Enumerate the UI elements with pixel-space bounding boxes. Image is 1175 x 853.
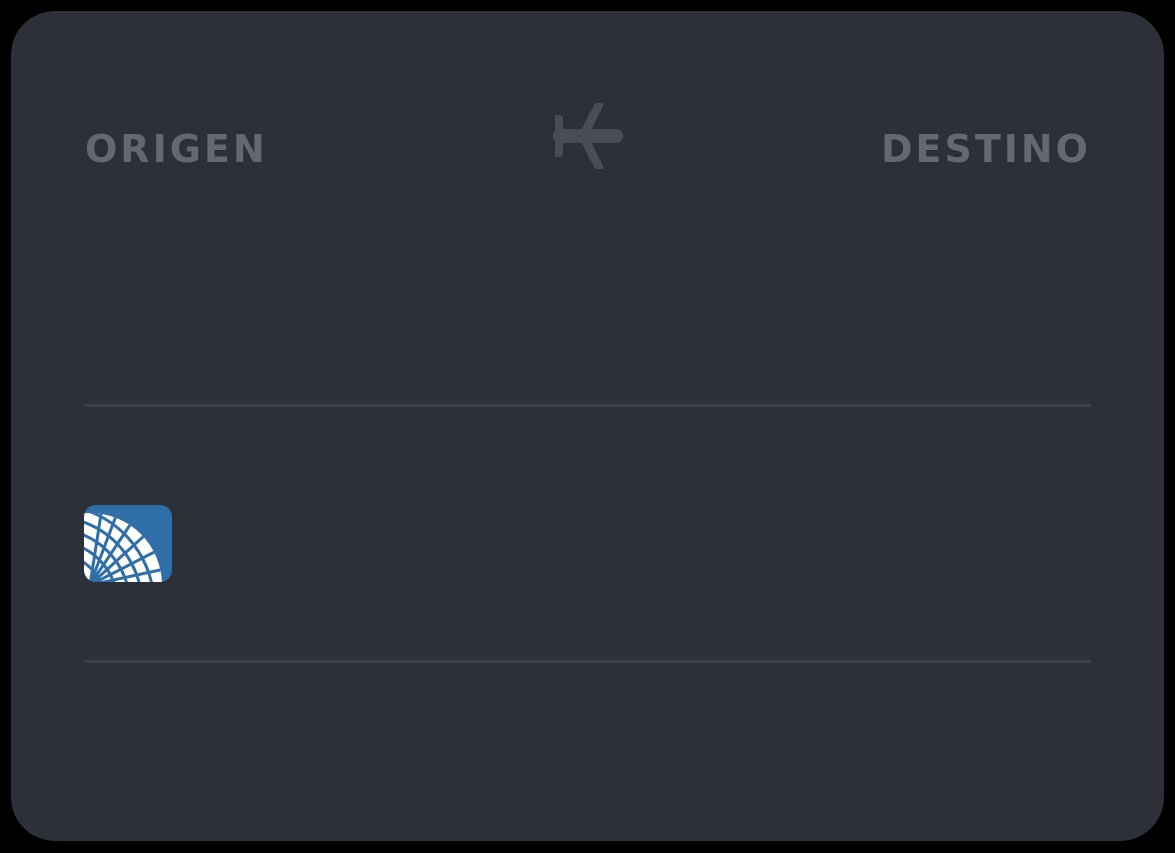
divider	[84, 660, 1091, 663]
airplane-icon	[551, 103, 627, 169]
divider	[84, 404, 1091, 407]
destination-label: DESTINO	[880, 127, 1091, 171]
airline-globe-logo	[84, 505, 172, 582]
boarding-pass-card[interactable]: ORIGEN DESTINO	[11, 11, 1164, 841]
origin-label: ORIGEN	[85, 127, 268, 171]
